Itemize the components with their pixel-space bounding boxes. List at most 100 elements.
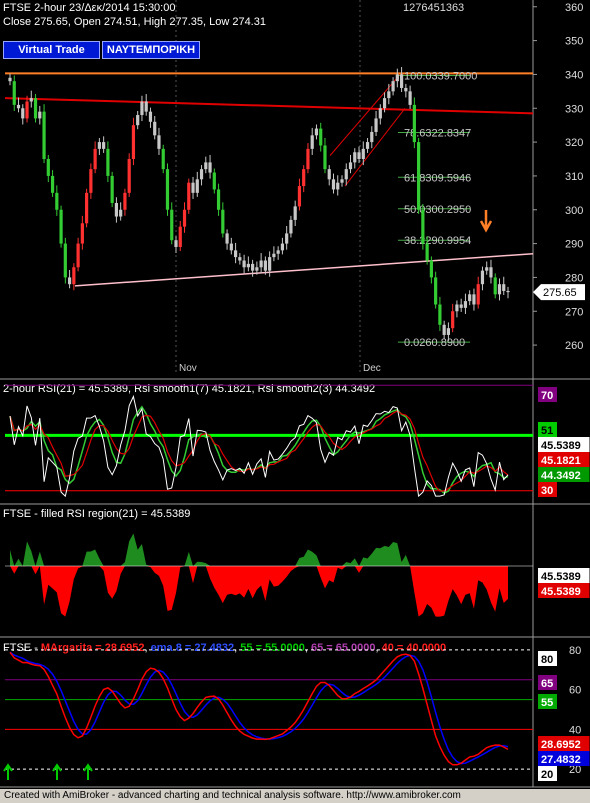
candle-body [50, 175, 55, 193]
candle-body [63, 243, 67, 278]
candle-body [97, 142, 101, 149]
footer-credit: Created with AmiBroker - advanced charti… [0, 789, 590, 803]
candle-body [161, 148, 165, 170]
month-label: Dec [363, 363, 381, 374]
temporary-button[interactable]: ΝΑΥΤΕΜΠΟΡΙΚΗ [102, 41, 200, 59]
candle-body [204, 162, 208, 170]
candle-body [391, 81, 395, 92]
candle-body [472, 294, 476, 305]
candle-body [310, 135, 314, 149]
candle-body [421, 209, 425, 244]
buy-signal-arrow [3, 763, 13, 780]
fib-level-label: 61.8309.5946 [404, 172, 471, 184]
margarita-axis-tick-label: 80 [569, 645, 581, 657]
filled-rsi-below-area [10, 566, 508, 617]
candle-body [12, 81, 16, 105]
candle-body [72, 267, 76, 285]
candle-body [459, 304, 463, 308]
candle-body [106, 148, 110, 176]
candle-body [378, 108, 382, 119]
candle-body [119, 209, 123, 217]
margarita-axis-tick-label: 40 [569, 724, 581, 736]
margarita-tag-65: 65 [541, 678, 553, 690]
candle-body [221, 209, 225, 234]
ema-line [9, 651, 509, 765]
candle-body [174, 240, 178, 247]
margarita-tag-80: 80 [541, 654, 553, 666]
candle-body [370, 131, 374, 143]
price-axis-tick-label: 270 [565, 306, 583, 318]
candle-body [404, 87, 408, 92]
candle-body [314, 128, 319, 136]
channel-top-line [4, 97, 534, 115]
candle-body [242, 260, 246, 268]
candle-body [412, 104, 416, 143]
header-line-2: Close 275.65, Open 274.51, High 277.35, … [3, 16, 266, 28]
candle-body [331, 179, 336, 190]
candle-body [382, 98, 387, 109]
candle-body [67, 277, 72, 285]
header-line-1: FTSE 2-hour 23/Δεκ/2014 15:30:00 [3, 2, 176, 14]
candle-body [21, 108, 25, 119]
candle-body [323, 145, 327, 170]
candle-body [319, 128, 323, 146]
candle-body [131, 125, 136, 160]
candle-body [199, 169, 204, 180]
candle-body [165, 169, 170, 210]
candle-body [136, 115, 140, 126]
candle-body [438, 304, 442, 325]
channel-upper-line [329, 74, 401, 156]
candle-body [434, 277, 438, 305]
candle-body [468, 294, 472, 302]
candle-body [195, 179, 199, 193]
candle-body [268, 257, 272, 271]
candle-body [33, 98, 38, 119]
candle-body [123, 192, 127, 210]
candle-body [216, 189, 221, 210]
down-arrow-marker [479, 210, 493, 233]
candle-body [85, 192, 89, 224]
candle-body [29, 98, 33, 102]
candle-body [395, 74, 399, 82]
candle-body [208, 162, 212, 173]
candle-body [476, 284, 480, 305]
candle-body [46, 159, 50, 176]
fib-level-label: 50.0300.2950 [404, 204, 471, 216]
filled-rsi-tag-white: 45.5389 [541, 571, 581, 583]
rsi-tag-value: 45.5389 [541, 440, 581, 452]
price-axis-tick-label: 310 [565, 171, 583, 183]
rsi-tag-smooth2: 44.3492 [541, 470, 581, 482]
candle-body [306, 148, 310, 170]
margarita-tag-55: 55 [541, 697, 553, 709]
margarita-axis-tick-label: 60 [569, 685, 581, 697]
virtual-trade-button[interactable]: Virtual Trade [3, 41, 100, 59]
candle-body [42, 111, 46, 160]
candle-body [187, 182, 191, 210]
rsi-tag-30: 30 [541, 485, 553, 497]
candle-body [148, 111, 153, 122]
margarita-tag-ema: 27.4832 [541, 754, 581, 766]
candle-body [336, 182, 340, 190]
candle-body [361, 148, 365, 160]
price-axis-tick-label: 260 [565, 340, 583, 352]
rsi-smooth1-line [9, 410, 509, 492]
candle-body [114, 202, 119, 217]
fib-level-label: 38.2290.9954 [404, 235, 471, 247]
candle-body [182, 209, 187, 227]
candle-body [178, 226, 182, 247]
candle-body [327, 169, 331, 180]
candle-body [259, 260, 263, 268]
candle-body [144, 101, 148, 112]
candle-body [374, 118, 378, 132]
candle-body [140, 101, 144, 116]
candle-body [153, 121, 157, 136]
fib-level-label: 0.0260.8900 [404, 337, 465, 349]
candle-body [425, 243, 429, 261]
candle-body [293, 206, 297, 220]
candle-body [417, 142, 421, 210]
candle-body [365, 142, 370, 149]
header-corner-code: 1276451363 [403, 2, 465, 14]
candle-body [272, 253, 276, 258]
margarita-tag-value: 28.6952 [541, 739, 581, 751]
candle-body [387, 91, 391, 99]
